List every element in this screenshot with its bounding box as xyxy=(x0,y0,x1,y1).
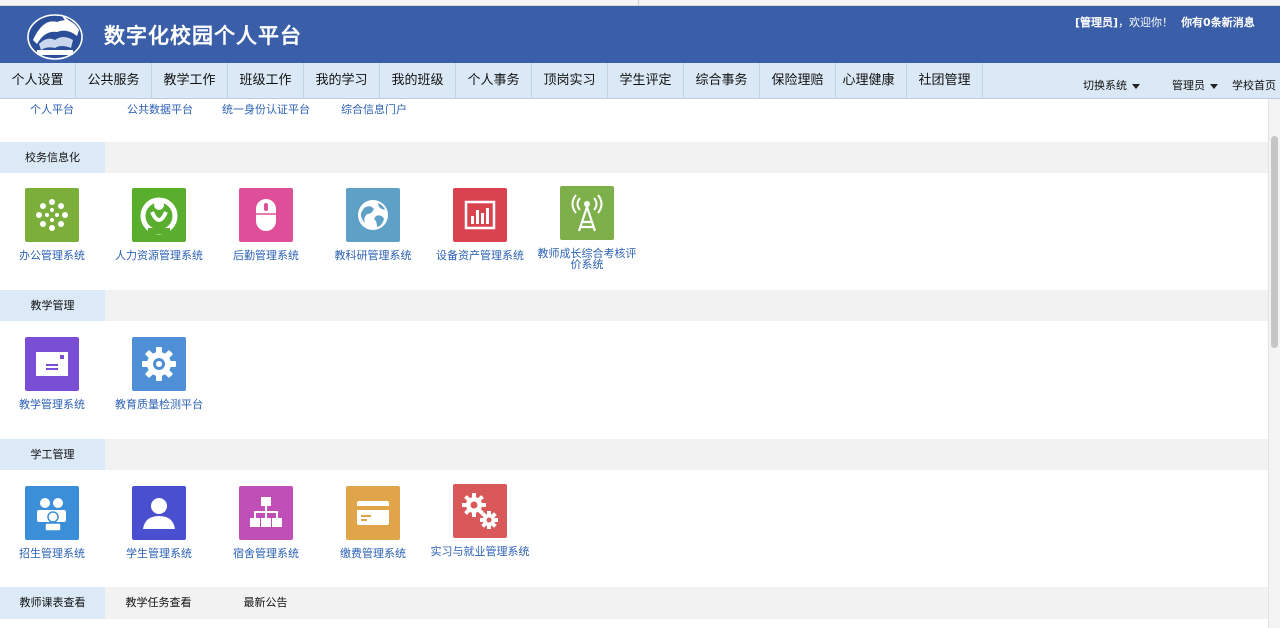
bottom-tab-bar: 教师课表查看 教学任务查看 最新公告 xyxy=(0,587,1268,619)
public-data-platform-link[interactable]: 公共数据平台 xyxy=(127,101,193,117)
tile-label: 缴费管理系统 xyxy=(340,547,406,560)
main-nav: 个人设置 公共服务 教学工作 班级工作 我的学习 我的班级 个人事务 顶岗实习 … xyxy=(0,63,1280,99)
greeting-bar: [管理员]，欢迎你！ 你有0条新消息 xyxy=(1075,14,1255,30)
nav-item-class-work[interactable]: 班级工作 xyxy=(228,63,304,99)
nav-item-my-study[interactable]: 我的学习 xyxy=(304,63,380,99)
section-header-campus-informatization: 校务信息化 xyxy=(0,142,1268,173)
tile-hr-system[interactable]: 人力资源管理系统 xyxy=(104,188,214,261)
welcome-text: ，欢迎你！ xyxy=(1118,16,1174,29)
tile-label: 后勤管理系统 xyxy=(233,249,299,262)
tile-label: 办公管理系统 xyxy=(19,249,85,262)
nav-item-club-management[interactable]: 社团管理 xyxy=(907,63,983,99)
tile-teacher-evaluation-system[interactable]: 教师成长综合考核评价系统 xyxy=(531,186,643,270)
tile-asset-system[interactable]: 设备资产管理系统 xyxy=(425,188,535,261)
section-title: 校务信息化 xyxy=(0,142,105,173)
nav-item-student-evaluation[interactable]: 学生评定 xyxy=(608,63,684,99)
tab-teacher-timetable[interactable]: 教师课表查看 xyxy=(0,587,105,619)
tile-label: 教科研管理系统 xyxy=(334,249,412,262)
nav-item-public-service[interactable]: 公共服务 xyxy=(76,63,152,99)
tile-research-system[interactable]: 教科研管理系统 xyxy=(318,188,428,261)
tile-label: 学生管理系统 xyxy=(126,547,192,560)
antenna-icon xyxy=(560,186,614,240)
section-title: 学工管理 xyxy=(0,439,105,470)
switch-system-dropdown[interactable]: 切换系统 xyxy=(1083,77,1140,93)
tab-latest-announcements[interactable]: 最新公告 xyxy=(212,587,319,619)
section-header-student-affairs: 学工管理 xyxy=(0,439,1268,470)
tile-label: 实习与就业管理系统 xyxy=(430,545,530,558)
tile-teaching-system[interactable]: 教学管理系统 xyxy=(0,337,107,410)
tile-label: 教育质量检测平台 xyxy=(115,398,203,411)
gears-icon xyxy=(453,484,507,538)
nav-item-general-affairs[interactable]: 综合事务 xyxy=(684,63,760,99)
admin-label: 管理员 xyxy=(1172,79,1205,92)
users-icon xyxy=(25,486,79,540)
tab-teaching-tasks[interactable]: 教学任务查看 xyxy=(105,587,212,619)
unified-auth-platform-link[interactable]: 统一身份认证平台 xyxy=(222,101,310,117)
tile-label: 宿舍管理系统 xyxy=(233,547,299,560)
office-icon xyxy=(25,188,79,242)
tile-label: 设备资产管理系统 xyxy=(436,249,524,262)
nav-item-insurance-claims[interactable]: 保险理赔 xyxy=(760,63,836,99)
globe-icon xyxy=(346,188,400,242)
wallet-icon xyxy=(346,486,400,540)
section-header-teaching-management: 教学管理 xyxy=(0,290,1268,321)
tile-dormitory-system[interactable]: 宿舍管理系统 xyxy=(211,486,321,559)
org-chart-icon xyxy=(239,486,293,540)
school-logo-icon xyxy=(27,14,83,60)
chevron-down-icon xyxy=(1210,83,1218,89)
bar-chart-icon xyxy=(453,188,507,242)
section-title: 教学管理 xyxy=(0,290,105,321)
tile-label: 招生管理系统 xyxy=(19,547,85,560)
tile-office-system[interactable]: 办公管理系统 xyxy=(0,188,107,261)
tile-logistics-system[interactable]: 后勤管理系统 xyxy=(211,188,321,261)
nav-item-my-class[interactable]: 我的班级 xyxy=(380,63,456,99)
tile-internship-employment-system[interactable]: 实习与就业管理系统 xyxy=(425,484,535,557)
messages-link[interactable]: 你有0条新消息 xyxy=(1181,16,1255,29)
info-portal-link[interactable]: 综合信息门户 xyxy=(341,101,407,117)
tile-payment-system[interactable]: 缴费管理系统 xyxy=(318,486,428,559)
nav-item-mental-health[interactable]: 心理健康 xyxy=(831,63,907,99)
switch-system-label: 切换系统 xyxy=(1083,79,1127,92)
tile-quality-monitoring-platform[interactable]: 教育质量检测平台 xyxy=(104,337,214,410)
nav-item-teaching-work[interactable]: 教学工作 xyxy=(152,63,228,99)
personal-platform-link[interactable]: 个人平台 xyxy=(30,101,74,117)
user-icon xyxy=(132,486,186,540)
tile-label: 人力资源管理系统 xyxy=(115,249,203,262)
hr-icon xyxy=(132,188,186,242)
card-icon xyxy=(25,337,79,391)
tile-label: 教师成长综合考核评价系统 xyxy=(537,247,637,271)
main-content: 个人平台 公共数据平台 统一身份认证平台 综合信息门户 校务信息化 办公管理系统 xyxy=(0,99,1268,628)
vertical-scrollbar[interactable] xyxy=(1268,99,1280,628)
tile-label: 教学管理系统 xyxy=(19,398,85,411)
tile-student-system[interactable]: 学生管理系统 xyxy=(104,486,214,559)
mouse-icon xyxy=(239,188,293,242)
nav-item-personal-affairs[interactable]: 个人事务 xyxy=(456,63,532,99)
admin-dropdown[interactable]: 管理员 xyxy=(1172,77,1218,93)
role-label: [管理员] xyxy=(1075,16,1119,29)
nav-item-internship[interactable]: 顶岗实习 xyxy=(532,63,608,99)
scrollbar-thumb[interactable] xyxy=(1271,136,1278,348)
gear-icon xyxy=(132,337,186,391)
nav-item-personal-settings[interactable]: 个人设置 xyxy=(0,63,76,99)
chevron-down-icon xyxy=(1132,83,1140,89)
school-home-link[interactable]: 学校首页 xyxy=(1232,77,1276,93)
app-title: 数字化校园个人平台 xyxy=(104,24,302,48)
tile-enrollment-system[interactable]: 招生管理系统 xyxy=(0,486,107,559)
header: 数字化校园个人平台 [管理员]，欢迎你！ 你有0条新消息 xyxy=(0,6,1280,63)
